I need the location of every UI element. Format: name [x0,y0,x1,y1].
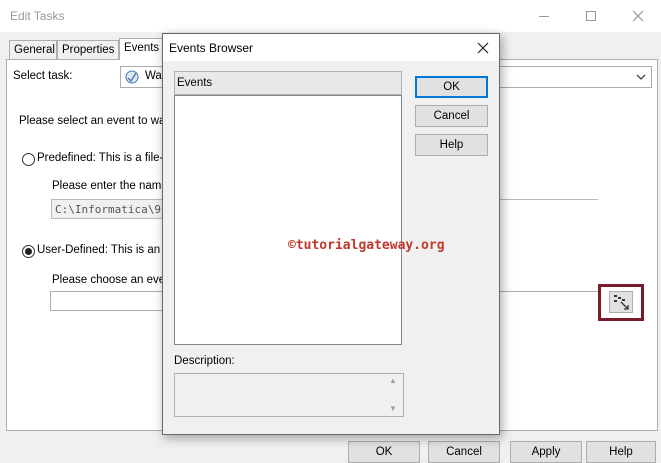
scroll-up-icon: ▲ [389,376,397,385]
events-browser-dialog: Events Browser Events Description: ▲ ▼ O… [162,33,500,435]
predefined-label: Predefined: This is a file-w [37,152,172,164]
edit-tasks-title: Edit Tasks [10,9,65,23]
cancel-button[interactable]: Cancel [428,441,500,463]
user-event-input[interactable] [50,291,163,311]
choose-event-label: Please choose an even [52,274,172,286]
description-label: Description: [174,355,235,367]
maximize-button[interactable] [568,0,614,32]
file-path-input[interactable]: C:\Informatica\9.6.1\s [51,199,201,219]
instruction-text: Please select an event to wai [19,115,168,127]
userdefined-radio[interactable] [22,245,35,258]
select-task-label: Select task: [13,70,73,82]
predefined-radio[interactable] [22,153,35,166]
scroll-down-icon: ▼ [389,404,397,413]
events-browser-title: Events Browser [169,41,254,55]
minimize-icon [539,15,549,17]
events-browser-titlebar: Events Browser [163,34,499,61]
dialog-ok-button[interactable]: OK [415,76,488,98]
chevron-down-icon [636,74,646,80]
events-column-header: Events [177,77,213,89]
minimize-button[interactable] [521,0,567,32]
browse-events-button[interactable] [609,291,633,313]
close-icon [477,42,489,54]
tab-properties[interactable]: Properties [57,40,119,59]
watermark-text: ©tutorialgateway.org [288,238,445,253]
events-list-header[interactable]: Events [174,71,402,95]
dialog-close-button[interactable] [471,37,495,59]
event-wait-icon [125,70,139,84]
dialog-cancel-button[interactable]: Cancel [415,105,488,127]
description-textarea[interactable]: ▲ ▼ [174,373,404,417]
close-window-button[interactable] [615,0,661,32]
ok-button[interactable]: OK [348,441,420,463]
tab-events[interactable]: Events [119,38,163,60]
browse-events-icon [614,295,629,310]
close-icon [632,10,644,22]
edit-tasks-titlebar: Edit Tasks [0,0,661,32]
help-button[interactable]: Help [586,441,656,463]
dialog-help-button[interactable]: Help [415,134,488,156]
file-path-input-edge [500,199,598,200]
maximize-icon [586,11,596,21]
userdefined-label: User-Defined: This is an ev [37,244,176,256]
tab-general[interactable]: General [9,40,57,59]
events-list[interactable] [174,95,402,345]
apply-button[interactable]: Apply [510,441,582,463]
file-name-label: Please enter the name [52,180,168,192]
description-scrollbar[interactable]: ▲ ▼ [386,374,403,416]
user-event-input-edge [500,291,598,292]
